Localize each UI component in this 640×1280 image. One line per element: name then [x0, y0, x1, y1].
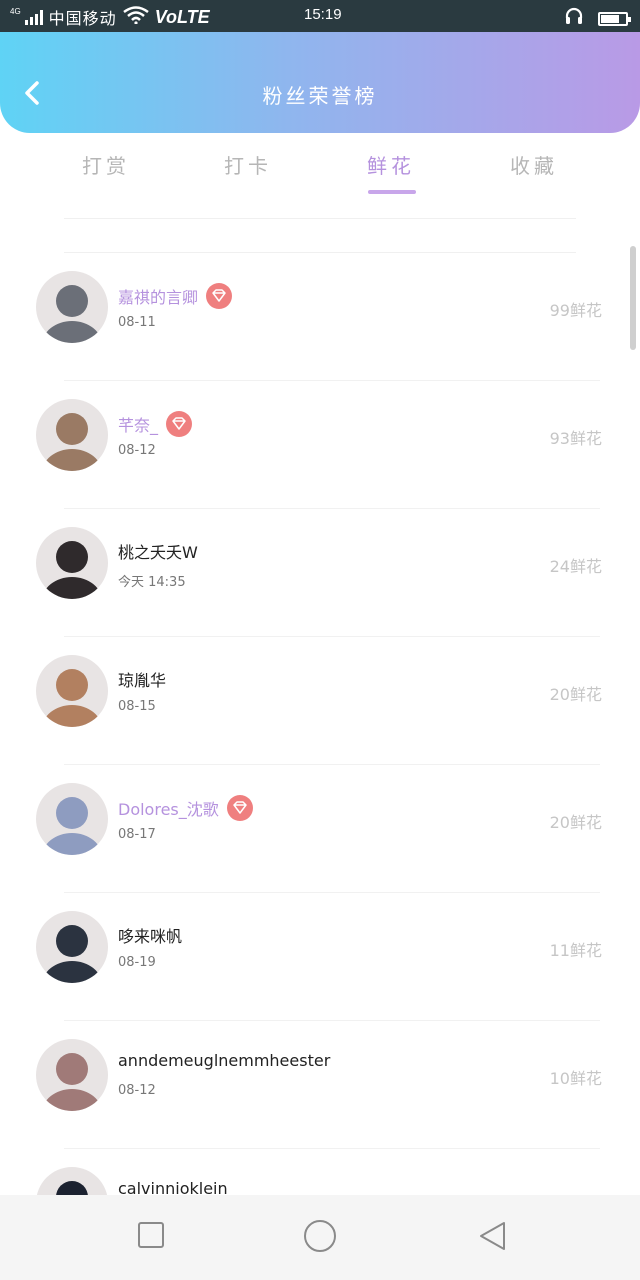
headphones-icon [564, 6, 584, 31]
list-item[interactable]: 芊奈_ 08-12 93鲜花 [0, 381, 640, 509]
scrollbar[interactable] [630, 246, 636, 350]
list-item[interactable]: 嘉祺的言卿 08-11 99鲜花 [0, 253, 640, 381]
tab-checkin[interactable]: 打卡 [193, 150, 303, 179]
list-item[interactable]: 桃之夭夭W 今天 14:35 24鲜花 [0, 509, 640, 637]
fan-name: 桃之夭夭W [118, 543, 198, 562]
fan-date: 今天 14:35 [118, 575, 186, 590]
flower-count: 20鲜花 [549, 685, 602, 704]
flower-count: 11鲜花 [549, 941, 602, 960]
avatar[interactable] [36, 655, 108, 727]
app-header: 粉丝荣誉榜 [0, 32, 640, 133]
fan-ranking-list: 嘉祺的言卿 08-11 99鲜花芊奈_ 08-12 93鲜花桃之夭夭W 今天 14:35 2… [0, 253, 640, 1277]
wifi-icon [122, 5, 149, 29]
fan-name: 琼胤华 [118, 671, 167, 690]
tab-reward[interactable]: 打赏 [51, 150, 161, 179]
list-item[interactable]: 哆来咪帆 08-19 11鲜花 [0, 893, 640, 1021]
flower-count: 10鲜花 [549, 1069, 602, 1088]
avatar[interactable] [36, 271, 108, 343]
triangle-back-icon [480, 1222, 505, 1250]
diamond-icon [226, 795, 253, 821]
tab-bar: 打赏 打卡 鲜花 收藏 [0, 150, 640, 198]
square-icon [138, 1222, 164, 1248]
back-nav-button[interactable] [478, 1221, 508, 1255]
fan-name: Dolores_沈歌 [118, 800, 219, 819]
avatar[interactable] [36, 783, 108, 855]
fan-name: anndemeuglnemmheester [118, 1051, 331, 1070]
battery-icon [598, 11, 631, 26]
status-bar: 4G 中国移动 VoLTE 15:19 [0, 0, 640, 32]
fan-name-row: 琼胤华 [118, 667, 166, 691]
avatar[interactable] [36, 911, 108, 983]
fan-name-row: 哆来咪帆 [118, 923, 182, 947]
fan-name: 哆来咪帆 [118, 927, 183, 946]
fan-name-row: 芊奈_ [118, 411, 193, 437]
fan-date: 08-19 [118, 955, 156, 970]
diamond-icon [206, 283, 233, 309]
fan-name-row: 嘉祺的言卿 [118, 283, 233, 309]
tab-favorites[interactable]: 收藏 [479, 150, 589, 179]
list-item[interactable]: Dolores_沈歌 08-17 20鲜花 [0, 765, 640, 893]
fan-name-row: anndemeuglnemmheester [118, 1051, 330, 1070]
network-type: 4G [10, 7, 21, 16]
flower-count: 20鲜花 [549, 813, 602, 832]
clock: 15:19 [304, 6, 342, 23]
fan-name: 嘉祺的言卿 [118, 288, 199, 307]
avatar[interactable] [36, 527, 108, 599]
circle-icon [304, 1220, 336, 1252]
list-item[interactable]: anndemeuglnemmheester 08-12 10鲜花 [0, 1021, 640, 1149]
tab-flowers-label: 鲜花 [367, 154, 415, 178]
signal-icon [24, 9, 43, 25]
fan-date: 08-12 [118, 443, 156, 458]
fan-date: 08-17 [118, 827, 156, 842]
fan-date: 08-11 [118, 315, 156, 330]
fan-date: 08-12 [118, 1083, 156, 1098]
flower-count: 99鲜花 [549, 301, 602, 320]
avatar[interactable] [36, 399, 108, 471]
page-title: 粉丝荣誉榜 [262, 84, 378, 108]
volte-label: VoLTE [154, 6, 210, 27]
tab-flowers[interactable]: 鲜花 [336, 150, 446, 194]
fan-name: 芊奈_ [118, 416, 159, 435]
divider [64, 218, 576, 219]
fan-name-row: 桃之夭夭W [118, 539, 198, 563]
flower-count: 93鲜花 [549, 429, 602, 448]
active-tab-indicator [368, 190, 416, 194]
avatar[interactable] [36, 1039, 108, 1111]
diamond-icon [166, 411, 193, 437]
fan-name-row: Dolores_沈歌 [118, 795, 253, 821]
fan-date: 08-15 [118, 699, 156, 714]
list-item[interactable]: 琼胤华 08-15 20鲜花 [0, 637, 640, 765]
recent-apps-button[interactable] [137, 1221, 165, 1253]
carrier-name: 中国移动 [48, 11, 117, 28]
system-nav-bar [0, 1195, 640, 1280]
flower-count: 24鲜花 [549, 557, 602, 576]
home-button[interactable] [303, 1219, 337, 1257]
